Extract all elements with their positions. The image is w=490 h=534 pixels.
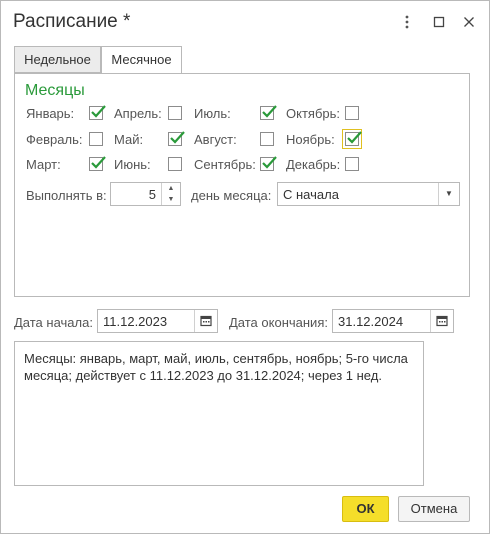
checkbox-january[interactable] [89, 105, 106, 120]
month-label-august: Август: [194, 132, 237, 147]
end-date-value: 31.12.2024 [338, 314, 404, 329]
spin-up-icon[interactable]: ▲ [162, 183, 180, 194]
start-date-label: Дата начала: [14, 315, 93, 330]
month-label-february: Февраль: [26, 132, 83, 147]
checkbox-february[interactable] [89, 132, 103, 146]
month-label-april: Апрель: [114, 106, 162, 121]
month-label-march: Март: [26, 157, 61, 172]
checkbox-august[interactable] [260, 132, 274, 146]
dropdown-arrow-icon[interactable]: ▼ [438, 183, 459, 205]
close-icon[interactable] [458, 11, 480, 33]
checkbox-november[interactable] [342, 129, 362, 149]
month-label-may: Май: [114, 132, 144, 147]
dialog-title: Расписание * [13, 11, 131, 32]
tab-weekly[interactable]: Недельное [14, 46, 101, 73]
day-of-month-label: день месяца: [191, 188, 272, 203]
calendar-icon[interactable] [430, 310, 453, 332]
mode-select[interactable]: С начала ▼ [277, 182, 460, 206]
cancel-button[interactable]: Отмена [398, 496, 470, 522]
checkbox-july[interactable] [260, 105, 277, 120]
calendar-icon[interactable] [194, 310, 217, 332]
checkbox-october[interactable] [345, 106, 359, 120]
end-date-label: Дата окончания: [229, 315, 328, 330]
day-stepper-buttons[interactable]: ▲ ▼ [161, 183, 180, 205]
spin-down-icon[interactable]: ▼ [162, 194, 180, 205]
checkbox-september[interactable] [260, 156, 277, 171]
month-label-january: Январь: [26, 106, 75, 121]
schedule-dialog: Расписание * Недельное Месячное Месяцы Я… [0, 0, 490, 534]
tab-monthly[interactable]: Месячное [101, 46, 182, 74]
more-vertical-icon[interactable] [396, 11, 418, 33]
months-section-title: Месяцы [25, 82, 85, 99]
month-label-december: Декабрь: [286, 157, 341, 172]
checkbox-april[interactable] [168, 106, 182, 120]
day-stepper[interactable]: 5 ▲ ▼ [110, 182, 181, 206]
mode-value: С начала [283, 187, 339, 202]
checkbox-december[interactable] [345, 157, 359, 171]
month-label-june: Июнь: [114, 157, 151, 172]
execute-label: Выполнять в: [26, 188, 107, 203]
checkbox-may[interactable] [168, 131, 185, 146]
start-date-value: 11.12.2023 [103, 314, 168, 329]
month-label-november: Ноябрь: [286, 132, 335, 147]
month-label-july: Июль: [194, 106, 231, 121]
checkbox-june[interactable] [168, 157, 182, 171]
maximize-icon[interactable] [428, 11, 450, 33]
day-value: 5 [148, 187, 156, 202]
month-label-september: Сентябрь: [194, 157, 256, 172]
month-label-october: Октябрь: [286, 106, 340, 121]
ok-button[interactable]: ОК [342, 496, 389, 522]
schedule-description[interactable]: Месяцы: январь, март, май, июль, сентябр… [14, 341, 424, 486]
end-date-field[interactable]: 31.12.2024 [332, 309, 454, 333]
checkbox-march[interactable] [89, 156, 106, 171]
start-date-field[interactable]: 11.12.2023 [97, 309, 218, 333]
